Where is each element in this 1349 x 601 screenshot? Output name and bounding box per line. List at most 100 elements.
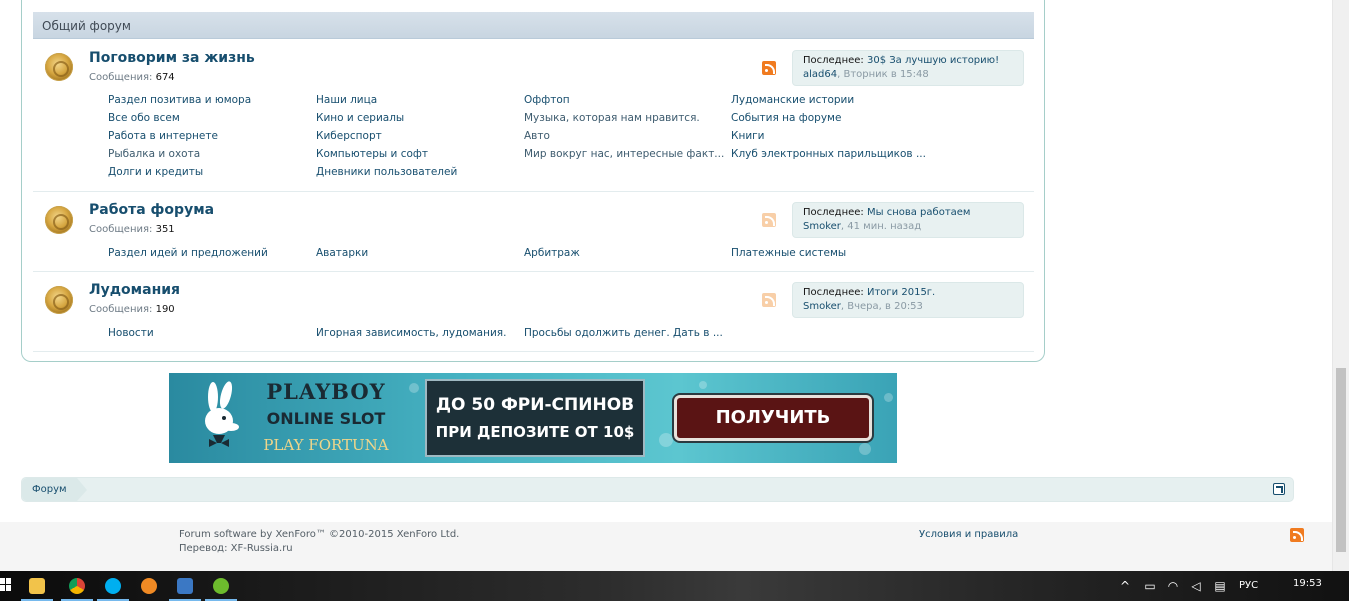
category-header[interactable]: Общий форум (33, 12, 1034, 39)
scrollbar-thumb[interactable] (1336, 368, 1346, 552)
last-post-title[interactable]: Итоги 2015г. (867, 287, 935, 298)
banner-casino: PLAY FORTUNA (263, 436, 389, 454)
subforum-link[interactable]: Аватарки (316, 247, 368, 259)
forum-node-icon (45, 286, 73, 314)
subforum-link[interactable]: Музыка, которая нам нравится. (524, 112, 700, 124)
subforum-link[interactable]: Платежные системы (731, 247, 846, 259)
taskbar-chrome[interactable] (57, 571, 97, 601)
forum-node-stats: Сообщения: 351 (89, 224, 175, 235)
last-post-time: 41 мин. назад (847, 221, 922, 232)
subforum-link[interactable]: Игорная зависимость, лудомания. (316, 327, 506, 339)
breadcrumb-forum[interactable]: Форум (22, 478, 87, 501)
forum-node-rabota: Работа форума Сообщения: 351 Последнее: … (33, 192, 1034, 272)
subforum-link[interactable]: Авто (524, 130, 550, 142)
subforum-link[interactable]: Клуб электронных парильщиков ... (731, 148, 926, 160)
subforum-link[interactable]: Компьютеры и софт (316, 148, 428, 160)
subforum-link[interactable]: Все обо всем (108, 112, 180, 124)
stats-label: Сообщения: (89, 72, 153, 83)
subforum-link[interactable]: Работа в интернете (108, 130, 218, 142)
subforum-link[interactable]: Лудоманские истории (731, 94, 854, 106)
notification-icon[interactable]: ▤ (1213, 579, 1227, 593)
stats-value: 674 (155, 72, 175, 83)
taskbar-explorer[interactable] (17, 571, 57, 601)
skype-icon (105, 578, 121, 594)
clock[interactable]: 19:53 (1293, 578, 1322, 589)
last-post-label: Последнее: (803, 287, 864, 298)
input-language[interactable]: РУС (1239, 580, 1258, 591)
last-post-user[interactable]: alad64 (803, 69, 837, 80)
taskbar-utorrent[interactable] (201, 571, 241, 601)
app-orange-icon (141, 578, 157, 594)
taskbar-app-blue[interactable] (165, 571, 205, 601)
last-post-user[interactable]: Smoker (803, 301, 841, 312)
last-post-time: Вторник в 15:48 (843, 69, 929, 80)
last-post-label: Последнее: (803, 207, 864, 218)
rss-icon[interactable] (762, 213, 776, 227)
breadcrumb: Форум (21, 477, 1294, 502)
jump-to-icon[interactable] (1273, 483, 1285, 495)
taskbar: ^ ▭ ◠ ◁ ▤ РУС 19:53 (0, 571, 1349, 601)
taskbar-app-orange[interactable] (129, 571, 169, 601)
forum-node-title[interactable]: Лудомания (89, 282, 180, 298)
subforum-link[interactable]: Дневники пользователей (316, 166, 457, 178)
wifi-icon[interactable]: ◠ (1166, 579, 1180, 593)
tray-chevron-up-icon[interactable]: ^ (1118, 579, 1132, 593)
battery-icon[interactable]: ▭ (1143, 579, 1157, 593)
stats-value: 351 (155, 224, 175, 235)
rss-icon[interactable] (762, 293, 776, 307)
footer-rss-icon[interactable] (1290, 528, 1304, 542)
volume-icon[interactable]: ◁ (1189, 579, 1203, 593)
subforum-link[interactable]: Арбитраж (524, 247, 580, 259)
forum-node-title[interactable]: Поговорим за жизнь (89, 50, 255, 66)
banner-subbrand: ONLINE SLOT (266, 409, 386, 428)
forum-node-title[interactable]: Работа форума (89, 202, 214, 218)
subforum-link[interactable]: Книги (731, 130, 764, 142)
subforum-link[interactable]: События на форуме (731, 112, 841, 124)
banner-brand: PLAYBOY (266, 379, 386, 404)
subforum-link[interactable]: Киберспорт (316, 130, 382, 142)
last-post-title[interactable]: 30$ За лучшую историю! (867, 55, 999, 66)
subforum-link[interactable]: Наши лица (316, 94, 377, 106)
last-post-box: Последнее: Итоги 2015г. Smoker, Вчера, в… (792, 282, 1024, 318)
bunny-logo-icon (205, 381, 239, 447)
ad-banner[interactable]: PLAYBOY ONLINE SLOT PLAY FORTUNA ДО 50 Ф… (169, 373, 897, 463)
subforum-link[interactable]: Долги и кредиты (108, 166, 203, 178)
subforum-link[interactable]: Просьбы одолжить денег. Дать в ... (524, 327, 723, 339)
last-post-title[interactable]: Мы снова работаем (867, 207, 970, 218)
terms-link[interactable]: Условия и правила (919, 529, 1018, 540)
rss-icon[interactable] (762, 61, 776, 75)
subforum-link[interactable]: Новости (108, 327, 154, 339)
stats-value: 190 (155, 304, 175, 315)
subforum-link[interactable]: Раздел идей и предложений (108, 247, 268, 259)
banner-offer: ДО 50 ФРИ-СПИНОВ ПРИ ДЕПОЗИТЕ ОТ 10$ (425, 379, 645, 457)
subforum-link[interactable]: Кино и сериалы (316, 112, 404, 124)
footer-translation[interactable]: Перевод: XF-Russia.ru (179, 543, 293, 554)
chrome-icon (69, 578, 85, 594)
forum-node-ludomania: Лудомания Сообщения: 190 Последнее: Итог… (33, 272, 1034, 352)
offer-line-1: ДО 50 ФРИ-СПИНОВ (435, 395, 635, 415)
banner-cta-button[interactable]: ПОЛУЧИТЬ (674, 395, 872, 441)
subforum-link[interactable]: Раздел позитива и юмора (108, 94, 251, 106)
forum-node-stats: Сообщения: 190 (89, 304, 175, 315)
last-post-user[interactable]: Smoker (803, 221, 841, 232)
category-title[interactable]: Общий форум (42, 19, 131, 33)
last-post-label: Последнее: (803, 55, 864, 66)
subforum-link[interactable]: Рыбалка и охота (108, 148, 200, 160)
subforum-link[interactable]: Оффтоп (524, 94, 570, 106)
page-scrollbar[interactable] (1332, 0, 1349, 571)
last-post-box: Последнее: Мы снова работаем Smoker, 41 … (792, 202, 1024, 238)
last-post-box: Последнее: 30$ За лучшую историю! alad64… (792, 50, 1024, 86)
windows-start-icon[interactable] (0, 578, 12, 592)
forum-node-pogovorim: Поговорим за жизнь Сообщения: 674 Послед… (33, 39, 1034, 192)
forum-node-icon (45, 206, 73, 234)
utorrent-icon (213, 578, 229, 594)
forum-list-panel: Общий форум Поговорим за жизнь Сообщения… (21, 0, 1045, 362)
footer-copyright[interactable]: Forum software by XenForo™ ©2010-2015 Xe… (179, 529, 459, 540)
last-post-time: Вчера, в 20:53 (847, 301, 923, 312)
forum-node-stats: Сообщения: 674 (89, 72, 175, 83)
taskbar-skype[interactable] (93, 571, 133, 601)
subforum-link[interactable]: Мир вокруг нас, интересные факт... (524, 148, 724, 160)
offer-line-2: ПРИ ДЕПОЗИТЕ ОТ 10$ (435, 423, 635, 441)
file-explorer-icon (29, 578, 45, 594)
app-blue-icon (177, 578, 193, 594)
